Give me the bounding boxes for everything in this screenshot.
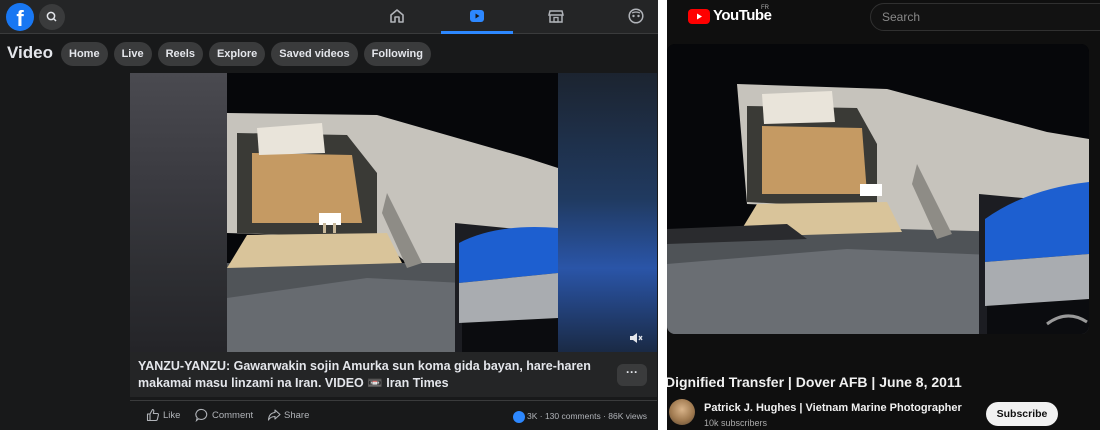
post-actions: Like Comment Share 3K · 130 comments · 8… xyxy=(130,400,657,430)
like-label: Like xyxy=(163,410,181,421)
video-player[interactable] xyxy=(667,44,1089,334)
video-frame xyxy=(227,73,558,352)
home-icon xyxy=(390,9,404,23)
video-tabs: Home Live Reels Explore Saved videos Fol… xyxy=(61,42,431,66)
post-caption: YANZU-YANZU: Gawarwakin sojin Amurka sun… xyxy=(138,359,591,390)
more-options-button[interactable]: ··· xyxy=(617,364,647,386)
gaming-icon xyxy=(628,8,644,24)
video-blur-right xyxy=(558,73,657,352)
engagement-stats[interactable]: 3K · 130 comments · 86K views xyxy=(513,407,647,425)
comment-icon xyxy=(195,409,208,423)
tab-saved-videos[interactable]: Saved videos xyxy=(271,42,358,66)
share-button[interactable]: Share xyxy=(267,407,309,425)
search-button[interactable] xyxy=(39,4,65,30)
like-button[interactable]: Like xyxy=(146,407,180,425)
page-title: Video xyxy=(7,43,53,62)
video-frame xyxy=(667,44,1089,334)
youtube-logo-icon[interactable] xyxy=(688,9,710,24)
post-caption-row: YANZU-YANZU: Gawarwakin sojin Amurka sun… xyxy=(130,352,657,397)
nav-video[interactable] xyxy=(441,0,513,34)
video-player[interactable] xyxy=(130,73,657,352)
video-icon xyxy=(470,10,484,22)
nav-home[interactable] xyxy=(361,0,433,34)
video-title: Dignified Transfer | Dover AFB | June 8,… xyxy=(667,374,962,390)
search-icon xyxy=(46,11,57,22)
tab-live[interactable]: Live xyxy=(113,42,152,66)
video-blur-left xyxy=(130,73,227,352)
youtube-panel: YouTube FR Search Dignified Transfer | D… xyxy=(667,0,1100,430)
tab-reels[interactable]: Reels xyxy=(157,42,203,66)
share-label: Share xyxy=(284,410,310,421)
tab-following[interactable]: Following xyxy=(363,42,431,66)
tab-explore[interactable]: Explore xyxy=(208,42,266,66)
region-code: FR xyxy=(761,5,769,11)
facebook-panel: f Video Home Live Reels Explore Saved vi… xyxy=(0,0,658,430)
subscriber-count: 10k subscribers xyxy=(704,418,768,428)
volume-icon[interactable] xyxy=(628,331,644,345)
thumbs-up-icon xyxy=(146,409,160,422)
comment-button[interactable]: Comment xyxy=(195,407,253,425)
nav-gaming[interactable] xyxy=(600,0,658,34)
subscribe-button[interactable]: Subscribe xyxy=(986,402,1058,426)
share-icon xyxy=(267,409,281,422)
nav-marketplace[interactable] xyxy=(520,0,592,34)
marketplace-icon xyxy=(548,10,564,23)
like-reaction-icon xyxy=(513,410,525,423)
tab-home[interactable]: Home xyxy=(61,42,108,66)
channel-avatar[interactable] xyxy=(669,399,695,425)
engagement-stats-text: 3K · 130 comments · 86K views xyxy=(527,411,647,421)
channel-name[interactable]: Patrick J. Hughes | Vietnam Marine Photo… xyxy=(704,402,962,414)
comment-label: Comment xyxy=(212,410,254,421)
facebook-logo[interactable]: f xyxy=(6,3,34,31)
panel-divider xyxy=(658,0,667,430)
video-header: Video Home Live Reels Explore Saved vide… xyxy=(0,34,658,72)
search-input[interactable]: Search xyxy=(870,3,1100,31)
facebook-top-bar: f xyxy=(0,0,658,34)
